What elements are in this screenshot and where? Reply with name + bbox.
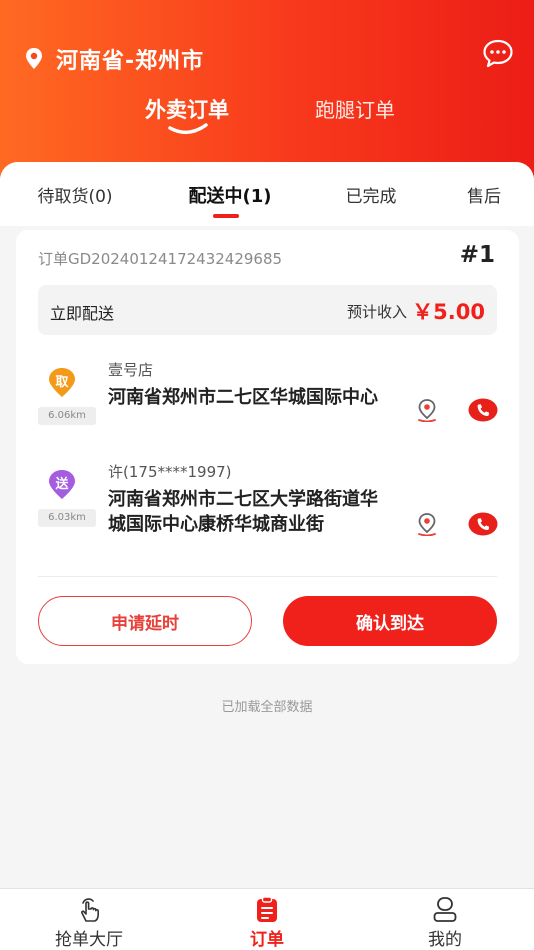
tab-pending-pickup[interactable]: 待取货(0): [20, 182, 130, 207]
nav-order-hall[interactable]: 抢单大厅: [29, 893, 149, 950]
message-icon[interactable]: [482, 38, 514, 68]
pickup-distance: 6.06km: [38, 407, 96, 425]
nav-profile[interactable]: 我的: [385, 893, 505, 950]
delivery-info-bar: 立即配送 预计收入 ￥5.00: [38, 285, 497, 335]
nav-orders-label: 订单: [250, 930, 284, 950]
location-pin-icon: [26, 48, 42, 69]
clipboard-icon: [257, 896, 277, 922]
dropoff-address: 河南省郑州市二七区大学路街道华城国际中心康桥华城商业街: [108, 489, 378, 535]
navigate-icon[interactable]: [416, 512, 438, 536]
income-value: ￥5.00: [412, 300, 485, 324]
order-index: #1: [459, 242, 495, 268]
pickup-badge: 取: [48, 367, 76, 399]
customer-name: 许(175****1997): [108, 463, 232, 481]
pickup-store-name: 壹号店: [108, 361, 154, 379]
phone-icon[interactable]: [468, 512, 498, 536]
dropoff-badge: 送: [48, 469, 76, 501]
location-selector[interactable]: 河南省-郑州市: [24, 44, 204, 74]
sub-tab-indicator: [213, 214, 239, 218]
navigate-icon[interactable]: [416, 398, 438, 422]
dropoff-badge-text: 送: [55, 477, 69, 492]
income-label: 预计收入: [346, 303, 407, 321]
confirm-arrival-button[interactable]: 确认到达: [283, 596, 497, 646]
tab-errand-orders[interactable]: 跑腿订单: [300, 94, 410, 123]
delivery-type: 立即配送: [50, 304, 115, 323]
request-delay-button[interactable]: 申请延时: [38, 596, 252, 646]
location-text: 河南省-郑州市: [56, 49, 205, 74]
dropoff-distance: 6.03km: [38, 509, 96, 527]
nav-order-hall-label: 抢单大厅: [55, 930, 123, 950]
bottom-navigation: 抢单大厅 订单 我的: [0, 888, 534, 950]
order-type-tabs: 外卖订单 跑腿订单: [0, 94, 534, 144]
user-icon: [433, 897, 457, 922]
active-tab-indicator: [168, 123, 208, 135]
pickup-address: 河南省郑州市二七区华城国际中心: [108, 387, 378, 408]
nav-profile-label: 我的: [428, 930, 462, 950]
nav-orders[interactable]: 订单: [207, 893, 327, 950]
tab-takeout-orders[interactable]: 外卖订单: [128, 94, 246, 124]
tab-after-sales[interactable]: 售后: [448, 182, 520, 207]
all-loaded-text: 已加载全部数据: [221, 700, 313, 715]
phone-icon[interactable]: [468, 398, 498, 422]
status-tabs: 待取货(0) 配送中(1) 已完成 售后: [0, 162, 534, 226]
tab-completed[interactable]: 已完成: [326, 182, 416, 207]
order-number: 订单GD20240124172432429685: [38, 250, 283, 268]
pickup-badge-text: 取: [55, 375, 69, 390]
order-card[interactable]: 订单GD20240124172432429685 #1 立即配送 预计收入 ￥5…: [16, 230, 519, 664]
hand-tap-icon: [81, 898, 99, 922]
tab-delivering[interactable]: 配送中(1): [170, 182, 290, 208]
divider: [38, 576, 497, 577]
